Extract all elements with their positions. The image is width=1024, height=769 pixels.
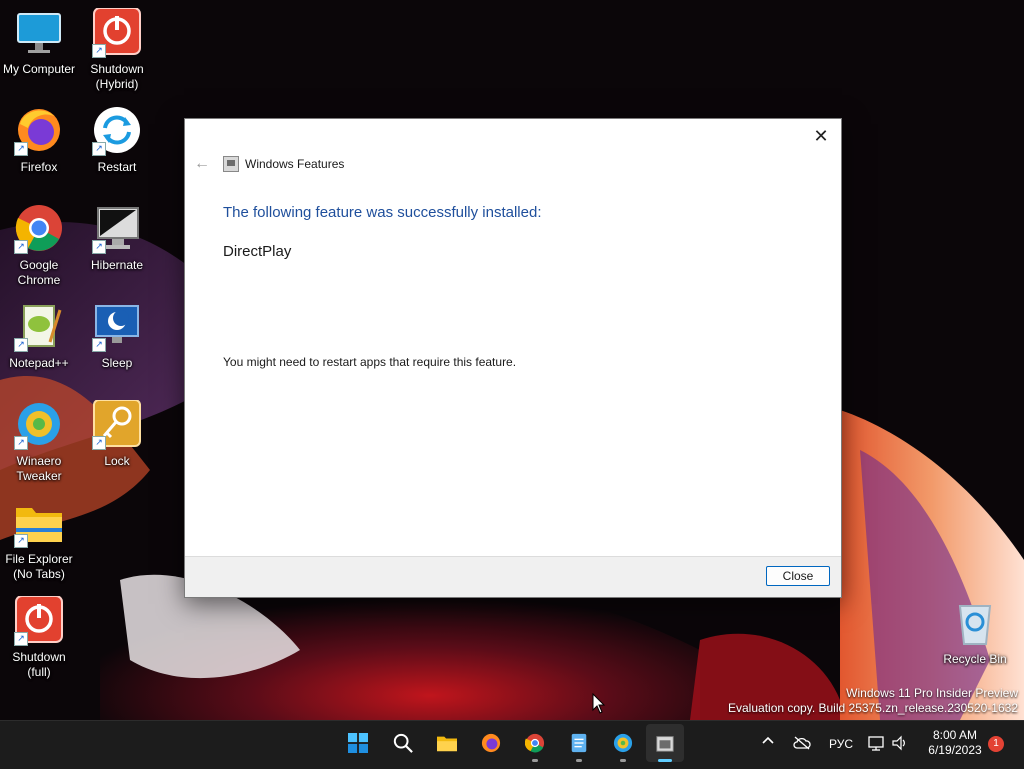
taskbar-windows-features[interactable] [646, 724, 684, 762]
taskbar-notepad[interactable] [560, 724, 598, 762]
desktop-icon-label: My Computer [2, 62, 76, 76]
back-arrow-icon[interactable]: ← [193, 155, 211, 173]
windows-features-icon [223, 156, 239, 172]
network-icon[interactable] [868, 735, 886, 754]
file-explorer-icon [437, 736, 457, 752]
power-icon: ↗ [14, 595, 64, 646]
desktop-icon-label: Hibernate [90, 258, 144, 272]
desktop-icon-label: Shutdown (Hybrid) [90, 62, 144, 91]
evaluation-watermark: Windows 11 Pro Insider Preview Evaluatio… [728, 686, 1018, 716]
show-hidden-icons-chevron-icon[interactable] [761, 733, 775, 749]
installed-feature-name: DirectPlay [223, 243, 292, 260]
notification-badge[interactable]: 1 [988, 736, 1004, 752]
desktop-icon-label: Recycle Bin [943, 652, 1007, 666]
onedrive-offline-icon[interactable] [793, 736, 811, 753]
shortcut-arrow-icon: ↗ [14, 632, 28, 646]
notepadpp-icon: ↗ [14, 302, 64, 352]
desktop-icon-label: Winaero Tweaker [16, 454, 62, 483]
desktop-icon-label: Firefox [20, 160, 58, 174]
taskbar-clock[interactable]: 8:00 AM 6/19/2023 [920, 728, 990, 758]
dialog-title: Windows Features [245, 157, 345, 171]
clock-time: 8:00 AM [932, 728, 978, 742]
sleep-icon: ↗ [92, 302, 142, 352]
mouse-cursor-icon [592, 692, 606, 720]
desktop-icon-label: Google Chrome [17, 258, 61, 287]
folder-icon: ↗ [14, 498, 64, 548]
desktop-icon-restart[interactable]: ↗ Restart [78, 106, 156, 175]
firefox-icon: ↗ [14, 106, 64, 156]
desktop-icon-file-explorer[interactable]: ↗ File Explorer (No Tabs) [0, 498, 78, 582]
desktop-icon-my-computer[interactable]: My Computer [0, 8, 78, 77]
volume-icon[interactable] [892, 735, 910, 754]
dialog-footer: Close [185, 556, 841, 597]
shortcut-arrow-icon: ↗ [14, 240, 28, 254]
desktop-icon-label: Restart [97, 160, 137, 174]
desktop-icon-sleep[interactable]: ↗ Sleep [78, 302, 156, 371]
chrome-icon [525, 733, 545, 753]
desktop-icon-shutdown-hybrid[interactable]: ↗ Shutdown (Hybrid) [78, 7, 156, 92]
desktop-icon-label: Shutdown (full) [12, 650, 66, 679]
taskbar-firefox[interactable] [472, 724, 510, 762]
shortcut-arrow-icon: ↗ [14, 534, 28, 548]
start-button[interactable] [339, 724, 377, 762]
active-indicator [658, 759, 672, 762]
running-indicator [620, 759, 626, 762]
running-indicator [576, 759, 582, 762]
close-button[interactable]: Close [766, 566, 830, 586]
winaero-icon: ↗ [14, 400, 64, 450]
watermark-line-2: Evaluation copy. Build 25375.zn_release.… [728, 701, 1018, 715]
restart-icon: ↗ [92, 106, 142, 156]
taskbar-search-button[interactable] [384, 724, 422, 762]
desktop-icon-recycle-bin[interactable]: Recycle Bin [936, 598, 1014, 667]
desktop-icon-firefox[interactable]: ↗ Firefox [0, 106, 78, 175]
windows-features-dialog: ✕ ← Windows Features The following featu… [184, 118, 842, 598]
taskbar-file-explorer[interactable] [428, 724, 466, 762]
desktop-icon-lock[interactable]: ↗ Lock [78, 399, 156, 469]
clock-date: 6/19/2023 [928, 743, 982, 757]
shortcut-arrow-icon: ↗ [14, 142, 28, 156]
notepad-icon [571, 733, 587, 753]
hibernate-icon: ↗ [92, 204, 142, 254]
dialog-header: ← Windows Features [193, 153, 344, 175]
shortcut-arrow-icon: ↗ [14, 436, 28, 450]
desktop-icon-label: Lock [104, 454, 130, 468]
shortcut-arrow-icon: ↗ [92, 44, 106, 58]
close-icon[interactable]: ✕ [807, 123, 835, 149]
desktop-icon-notepadpp[interactable]: ↗ Notepad++ [0, 302, 78, 371]
windows-features-icon [656, 736, 674, 752]
watermark-line-1: Windows 11 Pro Insider Preview [846, 686, 1018, 700]
desktop-icon-winaero-tweaker[interactable]: ↗ Winaero Tweaker [0, 400, 78, 484]
power-icon: ↗ [92, 7, 142, 58]
winaero-icon [613, 733, 633, 753]
search-icon [393, 733, 413, 753]
desktop-icon-label: Notepad++ [9, 356, 69, 370]
lock-key-icon: ↗ [92, 399, 142, 450]
shortcut-arrow-icon: ↗ [14, 338, 28, 352]
shortcut-arrow-icon: ↗ [92, 240, 106, 254]
desktop-icon-label: File Explorer (No Tabs) [5, 552, 73, 581]
restart-note: You might need to restart apps that requ… [223, 355, 517, 369]
monitor-icon [14, 8, 64, 58]
shortcut-arrow-icon: ↗ [92, 142, 106, 156]
desktop-icon-google-chrome[interactable]: ↗ Google Chrome [0, 204, 78, 288]
shortcut-arrow-icon: ↗ [92, 436, 106, 450]
shortcut-arrow-icon: ↗ [92, 338, 106, 352]
firefox-icon [481, 733, 501, 753]
running-indicator [532, 759, 538, 762]
desktop-icon-shutdown-full[interactable]: ↗ Shutdown (full) [0, 595, 78, 680]
chrome-icon: ↗ [14, 204, 64, 254]
taskbar-winaero-tweaker[interactable] [604, 724, 642, 762]
success-heading: The following feature was successfully i… [223, 204, 542, 221]
start-icon [348, 733, 368, 753]
desktop-icon-hibernate[interactable]: ↗ Hibernate [78, 204, 156, 273]
input-language-indicator[interactable]: РУС [829, 737, 853, 751]
recycle-bin-icon [950, 598, 1000, 648]
taskbar-chrome[interactable] [516, 724, 554, 762]
desktop-icon-label: Sleep [101, 356, 133, 370]
